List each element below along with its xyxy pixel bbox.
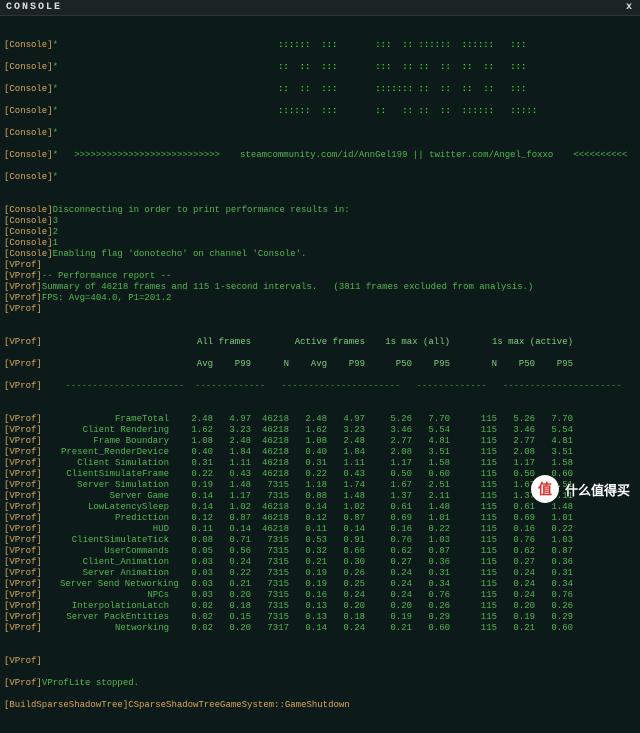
metric-name: Server Simulation (60, 480, 175, 491)
metric-name: Server PackEntities (60, 612, 175, 623)
metric-name: LowLatencySleep (60, 502, 175, 513)
table-row: [VProf]Frame Boundary1.082.48462181.082.… (4, 436, 636, 447)
titlebar: CONSOLE x (0, 0, 640, 16)
metric-name: NPCs (60, 590, 175, 601)
table-row: [VProf]Networking0.020.2073170.140.240.2… (4, 623, 636, 634)
tag: [VProf] (4, 260, 42, 271)
table-row: [VProf]HUD0.110.14462180.110.140.160.221… (4, 524, 636, 535)
tag: [Console] (4, 238, 53, 249)
metric-name: Server Send Networking (60, 579, 175, 590)
tag: [Console] (4, 62, 53, 73)
log-text: Disconnecting in order to print performa… (53, 205, 350, 216)
sep: ---------------------- ------------- ---… (60, 381, 622, 392)
table-row: [VProf]Client Rendering1.623.23462181.62… (4, 425, 636, 436)
tag: [VProf] (4, 271, 42, 282)
metric-name: Client_Animation (60, 557, 175, 568)
metric-name: Client Rendering (60, 425, 175, 436)
table-row: [VProf]Server PackEntities0.020.1573150.… (4, 612, 636, 623)
title-text: CONSOLE (6, 2, 62, 13)
table-row: [VProf]UserCommands0.050.5673150.320.660… (4, 546, 636, 557)
metric-name: ClientSimulateFrame (60, 469, 175, 480)
table-row: [VProf]Present_RenderDevice0.401.8446218… (4, 447, 636, 458)
close-icon[interactable]: x (626, 2, 634, 13)
table-header-2: [VProf] AvgP99 NAvgP99 P50P95 NP50P95 (4, 359, 636, 370)
log-text: 2 (53, 227, 58, 238)
watermark-text: 什么值得买 (565, 480, 630, 499)
metric-name: Present_RenderDevice (60, 447, 175, 458)
table-row: [VProf]Client Simulation0.311.11462180.3… (4, 458, 636, 469)
log-text: FPS: Avg=404.0, P1=201.2 (42, 293, 172, 304)
table-row: [VProf]NPCs0.030.2073150.160.240.240.761… (4, 590, 636, 601)
metric-name: InterpolationLatch (60, 601, 175, 612)
tag: [Console] (4, 40, 53, 51)
metric-name: Networking (60, 623, 175, 634)
tag: [BuildSparseShadowTree] (4, 700, 128, 711)
table-row: [VProf]Server Send Networking0.030.21731… (4, 579, 636, 590)
table-row: [VProf]ClientSimulateTick0.080.7173150.5… (4, 535, 636, 546)
metric-name: Prediction (60, 513, 175, 524)
banner-url: steamcommunity.com/id/AnnGel199 || twitt… (220, 150, 553, 161)
tag: [VProf] (4, 304, 42, 315)
log-text: Summary of 46218 frames and 115 1-second… (42, 282, 533, 293)
tag: [VProf] (4, 282, 42, 293)
tag: [Console] (4, 205, 53, 216)
table-row: [VProf]Prediction0.120.87462180.120.870.… (4, 513, 636, 524)
ascii-art: :::::: ::: ::: :: :::::: :::::: ::: (58, 40, 526, 51)
watermark-icon: 值 (531, 475, 559, 503)
tag: [VProf] (4, 678, 42, 689)
log-text: 1 (53, 238, 58, 249)
metric-name: ClientSimulateTick (60, 535, 175, 546)
metric-name: UserCommands (60, 546, 175, 557)
tag: [Console] (4, 227, 53, 238)
table-row: [VProf]InterpolationLatch0.020.1873150.1… (4, 601, 636, 612)
tag: [Console] (4, 249, 53, 260)
tag: [Console] (4, 106, 53, 117)
log-text: 3 (53, 216, 58, 227)
log-text: Enabling flag 'donotecho' on channel 'Co… (53, 249, 307, 260)
watermark: 值 什么值得买 (531, 475, 630, 503)
console-body: [Console] *:::::: ::: ::: :: :::::: ::::… (0, 16, 640, 733)
metric-name: Frame Boundary (60, 436, 175, 447)
metric-name: Server Animation (60, 568, 175, 579)
table-header-1: [VProf] All frames Active frames 1s max … (4, 337, 636, 348)
tag: [Console] (4, 172, 53, 183)
metric-name: Client Simulation (60, 458, 175, 469)
table-row: [VProf]LowLatencySleep0.141.02462180.141… (4, 502, 636, 513)
metric-name: HUD (60, 524, 175, 535)
log-text: -- Performance report -- (42, 271, 172, 282)
tag: [VProf] (4, 293, 42, 304)
table-row: [VProf]Server Animation0.030.2273150.190… (4, 568, 636, 579)
metric-name: Server Game (60, 491, 175, 502)
tag: [Console] (4, 216, 53, 227)
metric-name: FrameTotal (60, 414, 175, 425)
tag: [Console] (4, 84, 53, 95)
table-row: [VProf]Client_Animation0.030.2473150.210… (4, 557, 636, 568)
tag: [Console] (4, 150, 53, 161)
table-row: [VProf]FrameTotal2.484.97462182.484.975.… (4, 414, 636, 425)
tag: [Console] (4, 128, 53, 139)
